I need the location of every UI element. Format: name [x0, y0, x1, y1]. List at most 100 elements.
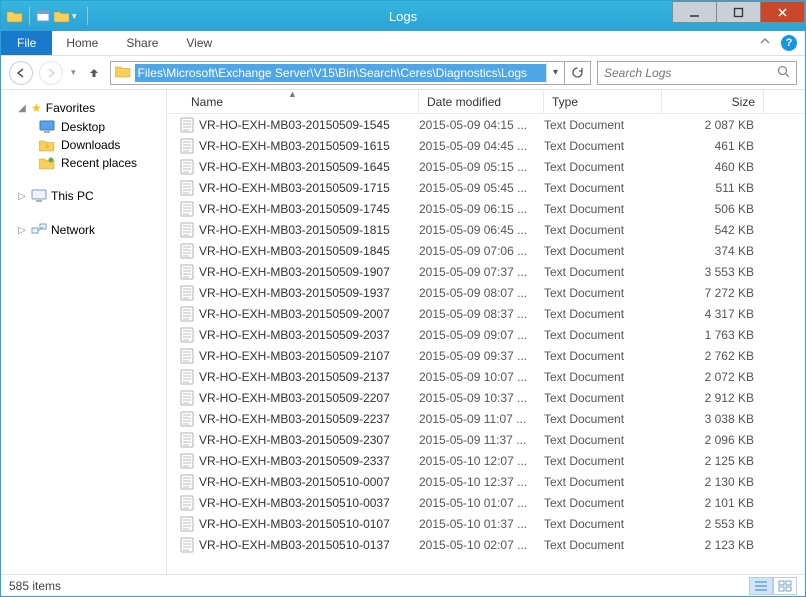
column-header-name[interactable]: ▲ Name	[167, 90, 419, 113]
qat-item-1[interactable]	[36, 9, 52, 23]
file-type: Text Document	[544, 265, 662, 279]
file-name: VR-HO-EXH-MB03-20150509-2307	[199, 433, 390, 447]
search-icon[interactable]	[777, 65, 790, 81]
column-header-date[interactable]: Date modified	[419, 90, 544, 113]
file-row[interactable]: VR-HO-EXH-MB03-20150509-21372015-05-09 1…	[167, 366, 805, 387]
file-row[interactable]: VR-HO-EXH-MB03-20150509-20372015-05-09 0…	[167, 324, 805, 345]
file-row[interactable]: VR-HO-EXH-MB03-20150509-19372015-05-09 0…	[167, 282, 805, 303]
nav-this-pc[interactable]: ▷ This PC	[1, 186, 166, 206]
file-row[interactable]: VR-HO-EXH-MB03-20150509-18152015-05-09 0…	[167, 219, 805, 240]
file-size: 4 317 KB	[662, 307, 764, 321]
file-date: 2015-05-09 04:15 ...	[419, 118, 544, 132]
search-input[interactable]	[604, 66, 777, 80]
file-date: 2015-05-10 02:07 ...	[419, 538, 544, 552]
search-box[interactable]	[597, 61, 797, 85]
desktop-icon	[39, 120, 55, 134]
collapse-icon[interactable]: ◢	[17, 103, 27, 114]
tab-home[interactable]: Home	[52, 31, 112, 55]
file-row[interactable]: VR-HO-EXH-MB03-20150509-21072015-05-09 0…	[167, 345, 805, 366]
file-row[interactable]: VR-HO-EXH-MB03-20150510-00072015-05-10 1…	[167, 471, 805, 492]
file-row[interactable]: VR-HO-EXH-MB03-20150510-00372015-05-10 0…	[167, 492, 805, 513]
file-type: Text Document	[544, 454, 662, 468]
view-thumbnails-button[interactable]	[773, 577, 797, 595]
file-row[interactable]: VR-HO-EXH-MB03-20150509-19072015-05-09 0…	[167, 261, 805, 282]
text-file-icon	[179, 327, 195, 343]
column-size-label: Size	[732, 95, 755, 109]
qat-item-2[interactable]	[54, 9, 70, 23]
file-name: VR-HO-EXH-MB03-20150509-1645	[199, 160, 390, 174]
up-button[interactable]	[84, 63, 104, 83]
tab-file[interactable]: File	[1, 31, 52, 55]
back-button[interactable]	[9, 61, 33, 85]
nav-item-recent-places[interactable]: Recent places	[1, 154, 166, 172]
file-date: 2015-05-09 05:45 ...	[419, 181, 544, 195]
file-row[interactable]: VR-HO-EXH-MB03-20150510-01372015-05-10 0…	[167, 534, 805, 555]
file-date: 2015-05-09 10:37 ...	[419, 391, 544, 405]
file-type: Text Document	[544, 202, 662, 216]
file-row[interactable]: VR-HO-EXH-MB03-20150509-18452015-05-09 0…	[167, 240, 805, 261]
text-file-icon	[179, 495, 195, 511]
file-type: Text Document	[544, 370, 662, 384]
file-name: VR-HO-EXH-MB03-20150509-2207	[199, 391, 390, 405]
file-row[interactable]: VR-HO-EXH-MB03-20150509-17152015-05-09 0…	[167, 177, 805, 198]
forward-button[interactable]	[39, 61, 63, 85]
view-details-button[interactable]	[749, 577, 773, 595]
qat-dropdown-icon[interactable]: ▾	[72, 11, 81, 22]
nav-network[interactable]: ▷ Network	[1, 220, 166, 240]
file-list-pane: ▲ Name Date modified Type Size VR-HO-EXH…	[167, 90, 805, 574]
nav-favorites[interactable]: ◢ ★ Favorites	[1, 98, 166, 118]
file-name: VR-HO-EXH-MB03-20150509-2107	[199, 349, 390, 363]
file-type: Text Document	[544, 286, 662, 300]
file-row[interactable]: VR-HO-EXH-MB03-20150509-23072015-05-09 1…	[167, 429, 805, 450]
file-size: 2 123 KB	[662, 538, 764, 552]
history-dropdown-icon[interactable]: ▾	[69, 67, 78, 78]
file-name: VR-HO-EXH-MB03-20150509-2007	[199, 307, 390, 321]
file-rows[interactable]: VR-HO-EXH-MB03-20150509-1545 2015-05-09 0…	[167, 114, 805, 574]
text-file-icon	[179, 138, 195, 154]
text-file-icon	[179, 390, 195, 406]
file-name: VR-HO-EXH-MB03-20150509-2237	[199, 412, 390, 426]
column-header-size[interactable]: Size	[662, 90, 764, 113]
expand-ribbon-icon[interactable]	[753, 33, 777, 54]
column-header-type[interactable]: Type	[544, 90, 662, 113]
downloads-icon	[39, 138, 55, 152]
file-row[interactable]: VR-HO-EXH-MB03-20150509-1545 2015-05-09 0…	[167, 114, 805, 135]
file-row[interactable]: VR-HO-EXH-MB03-20150509-23372015-05-10 1…	[167, 450, 805, 471]
expand-icon[interactable]: ▷	[17, 225, 27, 236]
file-type: Text Document	[544, 181, 662, 195]
file-row[interactable]: VR-HO-EXH-MB03-20150510-01072015-05-10 0…	[167, 513, 805, 534]
text-file-icon	[179, 453, 195, 469]
minimize-button[interactable]	[672, 1, 717, 23]
address-bar[interactable]: ▾	[110, 61, 565, 85]
file-row[interactable]: VR-HO-EXH-MB03-20150509-2207 2015-05-09 1…	[167, 387, 805, 408]
file-date: 2015-05-09 07:37 ...	[419, 265, 544, 279]
nav-network-label: Network	[51, 223, 95, 237]
text-file-icon	[179, 243, 195, 259]
text-file-icon	[179, 117, 195, 133]
tab-share[interactable]: Share	[112, 31, 172, 55]
file-row[interactable]: VR-HO-EXH-MB03-20150509-17452015-05-09 0…	[167, 198, 805, 219]
expand-icon[interactable]: ▷	[17, 191, 27, 202]
nav-item-desktop[interactable]: Desktop	[1, 118, 166, 136]
app-folder-icon	[7, 9, 23, 23]
help-button[interactable]: ?	[781, 35, 797, 51]
file-name: VR-HO-EXH-MB03-20150509-1545	[199, 118, 390, 132]
separator-icon	[29, 7, 30, 25]
nav-item-downloads[interactable]: Downloads	[1, 136, 166, 154]
file-row[interactable]: VR-HO-EXH-MB03-20150509-16152015-05-09 0…	[167, 135, 805, 156]
refresh-button[interactable]	[565, 61, 591, 85]
text-file-icon	[179, 180, 195, 196]
file-row[interactable]: VR-HO-EXH-MB03-20150509-20072015-05-09 0…	[167, 303, 805, 324]
maximize-button[interactable]	[716, 1, 761, 23]
file-type: Text Document	[544, 538, 662, 552]
address-dropdown-icon[interactable]: ▾	[546, 62, 564, 84]
file-row[interactable]: VR-HO-EXH-MB03-20150509-16452015-05-09 0…	[167, 156, 805, 177]
address-input[interactable]	[135, 64, 546, 82]
close-button[interactable]	[760, 1, 805, 23]
tab-view[interactable]: View	[172, 31, 226, 55]
file-name: VR-HO-EXH-MB03-20150509-1745	[199, 202, 390, 216]
file-size: 3 038 KB	[662, 412, 764, 426]
text-file-icon	[179, 516, 195, 532]
file-row[interactable]: VR-HO-EXH-MB03-20150509-22372015-05-09 1…	[167, 408, 805, 429]
file-name: VR-HO-EXH-MB03-20150509-2137	[199, 370, 390, 384]
